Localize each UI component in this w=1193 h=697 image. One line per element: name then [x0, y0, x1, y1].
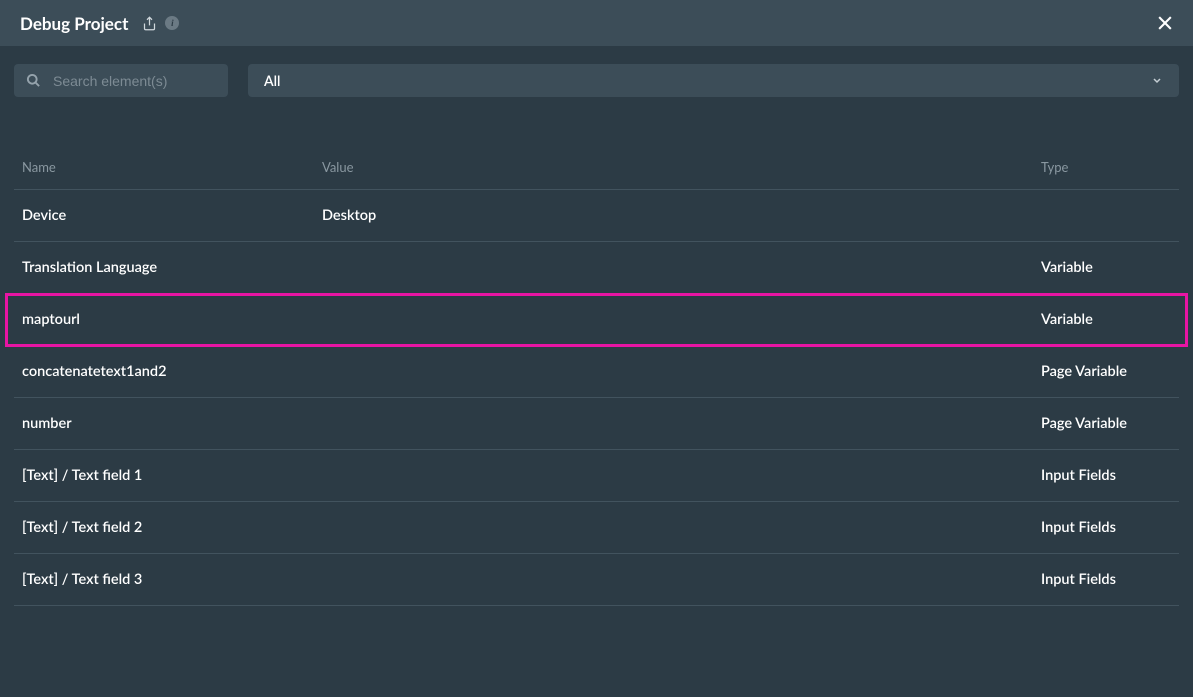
- search-icon: [26, 73, 41, 88]
- search-box: [14, 64, 228, 97]
- cell-type: Variable: [1041, 311, 1171, 328]
- table-row[interactable]: number Page Variable: [14, 398, 1179, 450]
- dialog-title: Debug Project: [20, 13, 128, 34]
- cell-name: number: [22, 415, 322, 432]
- cell-type: Input Fields: [1041, 519, 1171, 536]
- column-header-type: Type: [1041, 159, 1171, 175]
- cell-type: Variable: [1041, 259, 1171, 276]
- table-header: Name Value Type: [14, 115, 1179, 190]
- search-input[interactable]: [53, 73, 216, 89]
- cell-type: Input Fields: [1041, 571, 1171, 588]
- close-button[interactable]: [1155, 13, 1175, 33]
- table-row[interactable]: DeviceDesktop: [14, 190, 1179, 242]
- info-icon[interactable]: i: [165, 16, 179, 30]
- debug-table: Name Value Type DeviceDesktopTranslation…: [0, 115, 1193, 606]
- table-row[interactable]: [Text] / Text field 3 Input Fields: [14, 554, 1179, 606]
- cell-name: [Text] / Text field 2: [22, 519, 322, 536]
- table-row[interactable]: maptourl Variable: [6, 294, 1187, 346]
- column-header-name: Name: [22, 159, 322, 175]
- filter-bar: All: [0, 46, 1193, 115]
- column-header-value: Value: [322, 159, 1041, 175]
- dialog-header: Debug Project i: [0, 0, 1193, 46]
- table-row[interactable]: concatenatetext1and2 Page Variable: [14, 346, 1179, 398]
- table-row[interactable]: [Text] / Text field 1 Input Fields: [14, 450, 1179, 502]
- cell-name: [Text] / Text field 3: [22, 571, 322, 588]
- cell-name: concatenatetext1and2: [22, 363, 322, 380]
- cell-name: maptourl: [22, 311, 322, 328]
- cell-name: [Text] / Text field 1: [22, 467, 322, 484]
- cell-name: Translation Language: [22, 259, 322, 276]
- table-row[interactable]: [Text] / Text field 2 Input Fields: [14, 502, 1179, 554]
- cell-type: Page Variable: [1041, 363, 1171, 380]
- share-icon[interactable]: [142, 16, 157, 31]
- filter-dropdown-value: All: [264, 72, 280, 89]
- filter-dropdown[interactable]: All: [248, 64, 1179, 97]
- table-row[interactable]: Translation Language Variable: [14, 242, 1179, 294]
- cell-value: Desktop: [322, 207, 1041, 224]
- chevron-down-icon: [1151, 72, 1163, 89]
- cell-name: Device: [22, 207, 322, 224]
- cell-type: Input Fields: [1041, 467, 1171, 484]
- cell-type: Page Variable: [1041, 415, 1171, 432]
